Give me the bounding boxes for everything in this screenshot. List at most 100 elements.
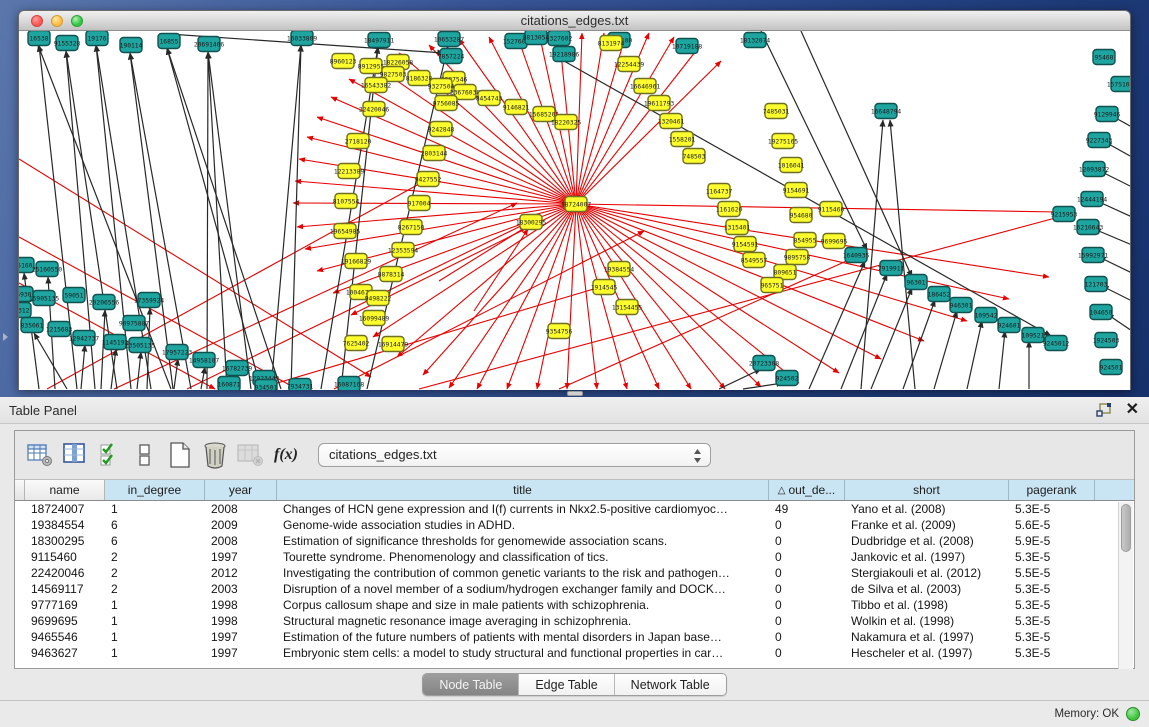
graph-edge[interactable] bbox=[34, 333, 67, 389]
table-cell-out_de[interactable]: 0 bbox=[769, 629, 845, 645]
graph-node[interactable]: 9498222 bbox=[365, 291, 392, 306]
graph-node[interactable]: 2718120 bbox=[345, 134, 372, 149]
graph-node[interactable]: 8454743 bbox=[476, 91, 503, 106]
table-cell-pagerank[interactable]: 5.3E-5 bbox=[1009, 597, 1095, 613]
table-cell-pagerank[interactable]: 5.3E-5 bbox=[1009, 629, 1095, 645]
table-cell-short[interactable]: Wolkin et al. (1998) bbox=[845, 613, 1009, 629]
graph-node[interactable]: 20723308 bbox=[749, 356, 780, 371]
table-row[interactable]: 969969511998Structural magnetic resonanc… bbox=[15, 613, 1134, 629]
table-cell-pagerank[interactable]: 5.3E-5 bbox=[1009, 581, 1095, 597]
graph-node[interactable]: 917004 bbox=[408, 196, 431, 211]
table-row[interactable]: 1872400712008Changes of HCN gene express… bbox=[15, 501, 1134, 517]
graph-node[interactable]: 13154455 bbox=[612, 300, 643, 315]
table-cell-short[interactable]: de Silva et al. (2003) bbox=[845, 581, 1009, 597]
table-cell-name[interactable]: 22420046 bbox=[25, 565, 105, 581]
graph-node[interactable]: 8878314 bbox=[378, 267, 405, 282]
graph-edge[interactable] bbox=[967, 321, 982, 389]
graph-node[interactable]: 18220325 bbox=[551, 115, 582, 130]
graph-node[interactable]: 946301 bbox=[950, 298, 973, 313]
graph-node[interactable]: 13505135 bbox=[125, 338, 156, 353]
graph-node[interactable]: 15905135 bbox=[29, 291, 60, 306]
graph-edge[interactable] bbox=[559, 259, 851, 389]
graph-edge[interactable] bbox=[137, 352, 141, 389]
select-column-button[interactable] bbox=[60, 439, 90, 471]
network-graph[interactable]: 1653891553281917619011416855206914061603… bbox=[19, 31, 1131, 390]
graph-node[interactable]: 9699695 bbox=[821, 234, 848, 249]
graph-node[interactable]: 15992971 bbox=[1078, 248, 1109, 263]
table-cell-in_degree[interactable]: 1 bbox=[105, 597, 205, 613]
graph-node[interactable]: 16538 bbox=[28, 31, 50, 46]
graph-node[interactable]: 20691406 bbox=[194, 37, 225, 52]
graph-node[interactable]: 19218986 bbox=[549, 47, 580, 62]
table-cell-year[interactable]: 1997 bbox=[205, 645, 277, 661]
graph-node[interactable]: 9215953 bbox=[1051, 207, 1078, 222]
table-row[interactable]: 1938455462009Genome-wide association stu… bbox=[15, 517, 1134, 533]
graph-node[interactable]: 9155328 bbox=[54, 36, 81, 51]
column-header-short[interactable]: short bbox=[845, 480, 1009, 500]
table-cell-short[interactable]: Tibbo et al. (1998) bbox=[845, 597, 1009, 613]
table-cell-year[interactable]: 1998 bbox=[205, 613, 277, 629]
table-row[interactable]: 1456911722003Disruption of a novel membe… bbox=[15, 581, 1134, 597]
graph-node[interactable]: 90975887 bbox=[119, 316, 150, 331]
table-cell-name[interactable]: 18724007 bbox=[25, 501, 105, 517]
graph-node[interactable]: 924502 bbox=[776, 371, 799, 386]
graph-node[interactable]: 16914479 bbox=[378, 337, 409, 352]
graph-node[interactable]: 18497911 bbox=[364, 33, 395, 48]
table-row[interactable]: 911546021997Tourette syndrome. Phenomeno… bbox=[15, 549, 1134, 565]
table-cell-in_degree[interactable]: 6 bbox=[105, 517, 205, 533]
graph-node[interactable]: 17957223 bbox=[162, 345, 193, 360]
table-cell-in_degree[interactable]: 2 bbox=[105, 565, 205, 581]
graph-node[interactable]: 748503 bbox=[683, 149, 706, 164]
table-cell-out_de[interactable]: 0 bbox=[769, 565, 845, 581]
deselect-all-button[interactable] bbox=[130, 439, 160, 471]
graph-node[interactable]: 12213389 bbox=[334, 164, 365, 179]
table-cell-pagerank[interactable]: 5.3E-5 bbox=[1009, 613, 1095, 629]
graph-node[interactable]: 835061 bbox=[21, 318, 44, 333]
graph-node[interactable]: 190114 bbox=[120, 38, 143, 53]
graph-edge[interactable] bbox=[809, 261, 865, 389]
graph-node[interactable]: 19611793 bbox=[644, 96, 675, 111]
table-cell-name[interactable]: 9699695 bbox=[25, 613, 105, 629]
table-cell-pagerank[interactable]: 5.3E-5 bbox=[1009, 501, 1095, 517]
network-table-select[interactable]: citations_edges.txt bbox=[318, 443, 711, 467]
graph-node[interactable]: 2803144 bbox=[421, 146, 448, 161]
graph-node[interactable]: 924501 bbox=[1100, 360, 1123, 375]
graph-node[interactable]: 7919911 bbox=[878, 261, 905, 276]
graph-node[interactable]: 1640935 bbox=[843, 248, 870, 263]
table-cell-title[interactable]: Estimation of the future numbers of pati… bbox=[277, 629, 769, 645]
graph-edge[interactable] bbox=[207, 52, 208, 389]
table-cell-short[interactable]: Franke et al. (2009) bbox=[845, 517, 1009, 533]
table-row[interactable]: 946362711997Embryonic stem cells: a mode… bbox=[15, 645, 1134, 661]
function-builder-button[interactable]: f(x) bbox=[274, 446, 298, 464]
graph-node[interactable]: 9756085 bbox=[433, 96, 460, 111]
graph-node[interactable]: 16782739 bbox=[222, 361, 253, 376]
graph-node[interactable]: 1161620 bbox=[716, 202, 743, 217]
table-cell-year[interactable]: 1997 bbox=[205, 629, 277, 645]
table-cell-out_de[interactable]: 0 bbox=[769, 549, 845, 565]
table-cell-in_degree[interactable]: 1 bbox=[105, 613, 205, 629]
graph-node[interactable]: 9242848 bbox=[428, 122, 455, 137]
table-cell-in_degree[interactable]: 6 bbox=[105, 533, 205, 549]
graph-node[interactable]: 25160550 bbox=[32, 262, 63, 277]
table-cell-name[interactable]: 9463627 bbox=[25, 645, 105, 661]
panel-splitter-handle[interactable] bbox=[567, 391, 583, 396]
delete-button[interactable] bbox=[200, 439, 230, 471]
graph-node[interactable]: 19166829 bbox=[341, 254, 372, 269]
column-header-title[interactable]: title bbox=[277, 480, 769, 500]
graph-node[interactable]: 9115460 bbox=[818, 202, 845, 217]
graph-node[interactable]: 160871 bbox=[218, 377, 241, 391]
graph-node[interactable]: 8267150 bbox=[398, 220, 425, 235]
select-all-button[interactable] bbox=[95, 439, 125, 471]
graph-node[interactable]: 95468 bbox=[1093, 50, 1115, 65]
graph-node[interactable]: 934501 bbox=[255, 380, 278, 391]
table-cell-short[interactable]: Stergiakouli et al. (2012) bbox=[845, 565, 1009, 581]
graph-edge[interactable] bbox=[47, 173, 439, 389]
graph-node[interactable]: 109521 bbox=[1022, 328, 1045, 343]
tab-node-table[interactable]: Node Table bbox=[423, 674, 519, 695]
new-document-button[interactable] bbox=[165, 439, 195, 471]
graph-node[interactable]: 16210643 bbox=[1073, 220, 1104, 235]
graph-edge[interactable] bbox=[174, 359, 178, 389]
table-cell-short[interactable]: Yano et al. (2008) bbox=[845, 501, 1009, 517]
graph-node[interactable]: 18724007 bbox=[561, 197, 592, 212]
table-cell-out_de[interactable]: 49 bbox=[769, 501, 845, 517]
